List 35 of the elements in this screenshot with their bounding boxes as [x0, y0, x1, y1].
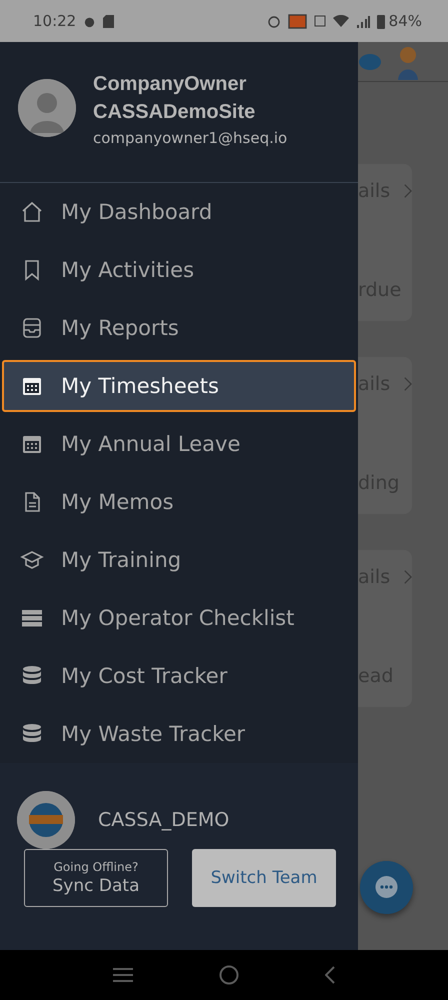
- back-icon[interactable]: [325, 966, 335, 984]
- wifi-icon: [332, 14, 349, 28]
- signal-icon: [356, 14, 370, 28]
- clock-time: 10:22: [33, 12, 76, 30]
- menu-item[interactable]: My Operator Checklist: [2, 592, 356, 644]
- menu-item[interactable]: My Training: [2, 534, 356, 586]
- home-icon[interactable]: [219, 965, 239, 985]
- menu-item[interactable]: My Reports: [2, 302, 356, 354]
- battery-percentage: 84%: [388, 12, 422, 30]
- menu-item[interactable]: My Activities: [2, 244, 356, 296]
- home-icon: [20, 200, 44, 224]
- inbox-icon: [20, 316, 44, 340]
- chevron-right-icon: [404, 375, 412, 393]
- switch-team-button[interactable]: Switch Team: [192, 849, 336, 907]
- chevron-right-icon: [404, 182, 412, 200]
- company-logo: [358, 52, 382, 72]
- graduation-cap-icon: [20, 548, 44, 572]
- team-logo: [17, 791, 75, 849]
- menu-item[interactable]: My Annual Leave: [2, 418, 356, 470]
- menu-item[interactable]: My Cost Tracker: [2, 650, 356, 702]
- battery-icon: [376, 14, 385, 28]
- avatar: [18, 79, 76, 137]
- chat-button[interactable]: [360, 861, 413, 914]
- sync-data-button[interactable]: Going Offline? Sync Data: [24, 849, 168, 907]
- team-name: CASSA_DEMO: [98, 809, 230, 831]
- chevron-right-icon: [404, 568, 412, 586]
- menu-item[interactable]: My Memos: [2, 476, 356, 528]
- user-name: CompanyOwner: [93, 72, 248, 96]
- user-email: companyowner1@hseq.io: [93, 128, 288, 146]
- menu-item[interactable]: My Dashboard: [2, 186, 356, 238]
- sd-card-icon: [103, 14, 114, 28]
- menu-icon[interactable]: [113, 967, 133, 983]
- site-name: CASSADemoSite: [93, 100, 256, 124]
- menu-item[interactable]: My Waste Tracker: [2, 708, 356, 760]
- menu-item[interactable]: My Timesheets: [2, 360, 356, 412]
